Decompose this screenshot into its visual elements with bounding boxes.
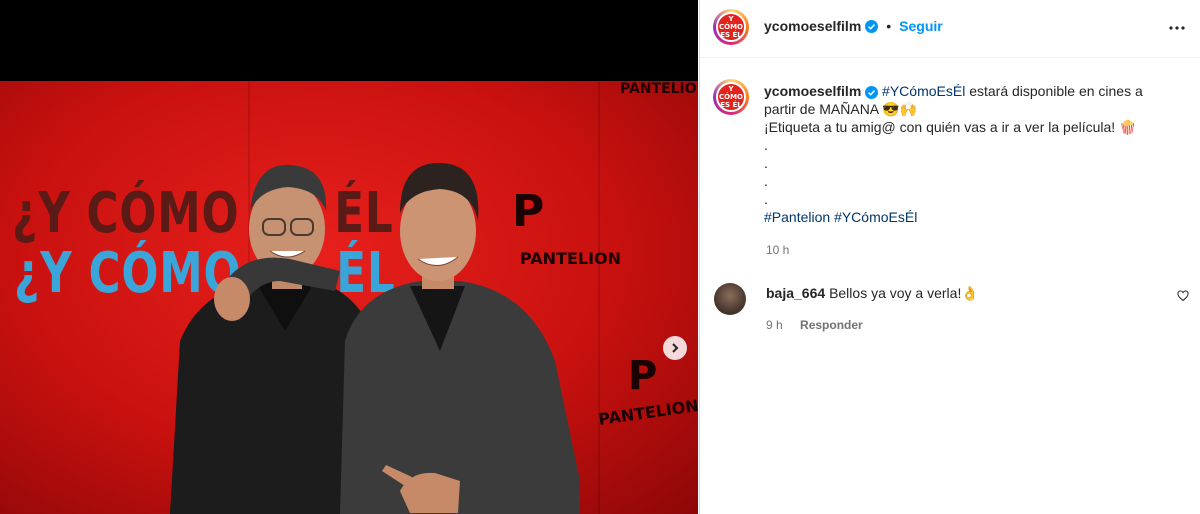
hashtag-link[interactable]: #YCómoEsÉl — [882, 83, 965, 99]
commenter-username[interactable]: baja_664 — [766, 285, 825, 301]
caption-username[interactable]: ycomoeselfilm — [764, 83, 861, 99]
hashtag-link[interactable]: #Pantelion — [764, 209, 830, 225]
commenter-avatar[interactable] — [714, 283, 746, 315]
pantelion-logo-letter: P — [628, 353, 658, 399]
reply-button[interactable]: Responder — [800, 318, 863, 332]
caption-dot: . — [764, 137, 768, 153]
caption-dot: . — [764, 173, 768, 189]
post-photo[interactable]: ¿Y CÓMO ES ÉL ¿Y CÓMO ES ÉL P PANTELION … — [0, 81, 698, 514]
backdrop-seam — [598, 81, 600, 514]
post-sidebar: Y CÓMO ES ÉL ycomoeselfilm • Seguir Y CÓ… — [699, 0, 1200, 514]
verified-badge-icon — [865, 19, 879, 33]
post-header: Y CÓMO ES ÉL ycomoeselfilm • Seguir — [700, 0, 1200, 58]
verified-badge-icon — [865, 85, 879, 99]
pantelion-logo-name: PANTELION — [597, 396, 698, 429]
header-username[interactable]: ycomoeselfilm — [764, 18, 861, 34]
heart-icon[interactable] — [1177, 290, 1189, 302]
avatar-label: Y CÓMO ES ÉL — [718, 15, 743, 39]
caption-dot: . — [764, 155, 768, 171]
pantelion-logo-name: PANTELION — [620, 81, 698, 97]
caption-dot: . — [764, 191, 768, 207]
header-user: ycomoeselfilm • Seguir — [764, 18, 943, 34]
avatar-label: Y CÓMO ES ÉL — [718, 85, 743, 109]
post-caption: ycomoeselfilm #YCómoEsÉl estará disponib… — [764, 82, 1174, 226]
more-options-icon[interactable] — [1167, 18, 1187, 38]
carousel-next-icon — [672, 343, 679, 353]
follow-button[interactable]: Seguir — [899, 18, 943, 34]
profile-avatar[interactable]: Y CÓMO ES ÉL — [713, 9, 749, 45]
caption-avatar[interactable]: Y CÓMO ES ÉL — [713, 79, 749, 115]
comment-timestamp[interactable]: 9 h — [766, 318, 783, 332]
people-illustration — [170, 162, 580, 514]
separator-dot: • — [886, 18, 892, 34]
post-media: ¿Y CÓMO ES ÉL ¿Y CÓMO ES ÉL P PANTELION … — [0, 0, 698, 514]
comment-text: Bellos ya voy a verla!👌 — [829, 285, 979, 301]
caption-text: ¡Etiqueta a tu amig@ con quién vas a ir … — [764, 119, 1137, 135]
comment-body: baja_664 Bellos ya voy a verla!👌 — [766, 284, 979, 302]
post-timestamp[interactable]: 10 h — [766, 243, 789, 257]
hashtag-link[interactable]: #YCómoEsÉl — [834, 209, 917, 225]
comment-meta: 9 h Responder — [766, 318, 863, 332]
carousel-next-button[interactable] — [663, 336, 687, 360]
